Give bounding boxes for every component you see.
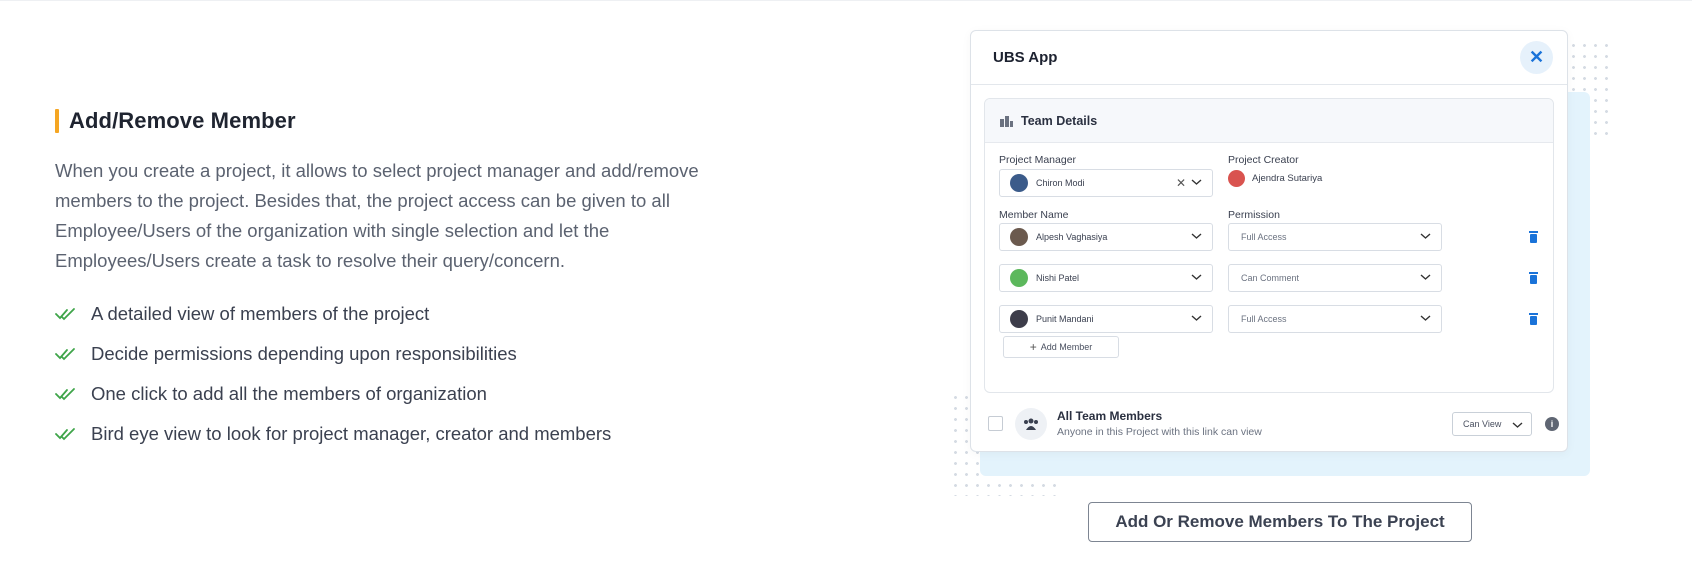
top-divider <box>0 0 1692 1</box>
feature-item: Bird eye view to look for project manage… <box>55 414 755 454</box>
chevron-down-icon <box>1420 274 1431 280</box>
trash-icon[interactable] <box>1528 231 1539 243</box>
permission-value: Full Access <box>1241 232 1287 242</box>
clear-icon[interactable]: ✕ <box>1176 176 1186 190</box>
member-name: Alpesh Vaghasiya <box>1036 232 1108 242</box>
section-description: When you create a project, it allows to … <box>55 160 699 271</box>
feature-list: A detailed view of members of the projec… <box>55 294 755 454</box>
project-manager-label: Project Manager <box>999 154 1077 166</box>
project-manager-value: Chiron Modi <box>1036 178 1085 188</box>
feature-text: One click to add all the members of orga… <box>91 383 487 404</box>
feature-item: One click to add all the members of orga… <box>55 374 755 414</box>
double-check-icon <box>55 388 75 401</box>
member-name: Punit Mandani <box>1036 314 1094 324</box>
double-check-icon <box>55 428 75 441</box>
chevron-down-icon <box>1191 274 1202 280</box>
all-team-checkbox[interactable] <box>988 416 1003 431</box>
team-icon <box>1000 115 1013 127</box>
chevron-down-icon <box>1191 233 1202 239</box>
chevron-down-icon <box>1420 233 1431 239</box>
chevron-down-icon <box>1512 422 1523 428</box>
project-creator-label: Project Creator <box>1228 154 1299 166</box>
add-member-label: Add Member <box>1040 342 1093 352</box>
feature-item: Decide permissions depending upon respon… <box>55 334 755 374</box>
avatar <box>1010 228 1028 246</box>
member-select[interactable]: Punit Mandani <box>999 305 1213 333</box>
team-details-panel: Team Details Project Manager Chiron Modi… <box>984 98 1554 393</box>
trash-icon[interactable] <box>1528 313 1539 325</box>
feature-text: Decide permissions depending upon respon… <box>91 343 517 364</box>
chevron-down-icon <box>1191 315 1202 321</box>
group-icon <box>1015 408 1047 440</box>
access-select[interactable]: Can View <box>1452 412 1532 436</box>
modal-header: UBS App ✕ <box>971 31 1567 85</box>
member-select[interactable]: Alpesh Vaghasiya <box>999 223 1213 251</box>
modal-title: UBS App <box>993 49 1058 66</box>
avatar <box>1010 310 1028 328</box>
feature-item: A detailed view of members of the projec… <box>55 294 755 334</box>
add-remove-members-button[interactable]: Add Or Remove Members To The Project <box>1088 502 1472 542</box>
section-heading: Add/Remove Member <box>55 108 755 134</box>
permission-select[interactable]: Can Comment <box>1228 264 1442 292</box>
team-details-title: Team Details <box>1021 113 1098 128</box>
info-icon[interactable]: i <box>1545 417 1559 431</box>
chevron-down-icon <box>1191 179 1202 185</box>
access-select-value: Can View <box>1463 419 1502 429</box>
all-team-subtitle: Anyone in this Project with this link ca… <box>1057 426 1262 438</box>
double-check-icon <box>55 308 75 321</box>
plus-icon: + <box>1029 340 1037 354</box>
all-team-members-row: All Team Members Anyone in this Project … <box>971 403 1569 445</box>
permission-value: Can Comment <box>1241 273 1300 283</box>
permission-select[interactable]: Full Access <box>1228 223 1442 251</box>
permission-label: Permission <box>1228 209 1280 221</box>
permission-select[interactable]: Full Access <box>1228 305 1442 333</box>
trash-icon[interactable] <box>1528 272 1539 284</box>
close-icon[interactable]: ✕ <box>1520 41 1553 74</box>
project-creator: Ajendra Sutariya <box>1228 170 1322 187</box>
chevron-down-icon <box>1420 315 1431 321</box>
section-title: Add/Remove Member <box>69 108 296 133</box>
member-select[interactable]: Nishi Patel <box>999 264 1213 292</box>
project-creator-value: Ajendra Sutariya <box>1252 173 1323 184</box>
add-member-button[interactable]: + Add Member <box>1003 336 1119 358</box>
team-details-header: Team Details <box>985 99 1553 143</box>
member-name: Nishi Patel <box>1036 273 1080 283</box>
permission-value: Full Access <box>1241 314 1287 324</box>
team-modal: UBS App ✕ Team Details Project Manager C… <box>970 30 1568 452</box>
feature-text: A detailed view of members of the projec… <box>91 303 430 324</box>
feature-section: Add/Remove Member When you create a proj… <box>55 108 755 454</box>
accent-bar <box>55 109 59 133</box>
avatar <box>1010 174 1028 192</box>
member-name-label: Member Name <box>999 209 1069 221</box>
avatar <box>1010 269 1028 287</box>
double-check-icon <box>55 348 75 361</box>
project-manager-select[interactable]: Chiron Modi ✕ <box>999 169 1213 197</box>
avatar <box>1228 170 1245 187</box>
all-team-title: All Team Members <box>1057 409 1163 423</box>
feature-text: Bird eye view to look for project manage… <box>91 423 612 444</box>
